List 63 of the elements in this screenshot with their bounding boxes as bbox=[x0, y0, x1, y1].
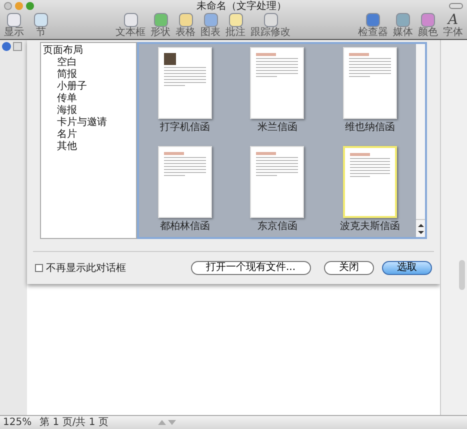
page-thumbnail[interactable] bbox=[342, 47, 397, 119]
toolbar-button[interactable]: 批注 bbox=[224, 13, 248, 38]
toolbar-button[interactable]: 检查器 bbox=[356, 13, 390, 38]
category-item[interactable]: 小册子 bbox=[43, 81, 136, 93]
thumbnail-view-icon[interactable] bbox=[2, 42, 11, 51]
toolbar-button[interactable]: 节 bbox=[32, 13, 50, 38]
toolbar-icon bbox=[7, 13, 21, 27]
toolbar-icon bbox=[396, 13, 410, 27]
toolbar-button[interactable]: 媒体 bbox=[391, 13, 415, 38]
page-arrows-icon[interactable] bbox=[158, 420, 176, 425]
category-item[interactable]: 其他 bbox=[43, 141, 136, 153]
toolbar-icon bbox=[366, 13, 380, 27]
toolbar-icon bbox=[264, 13, 278, 27]
popup-icon[interactable] bbox=[13, 42, 22, 51]
toolbar-button[interactable]: 颜色 bbox=[416, 13, 440, 38]
zoom-icon[interactable] bbox=[26, 2, 34, 10]
minimize-icon[interactable] bbox=[15, 2, 23, 10]
template-name: 波克夫斯信函 bbox=[340, 221, 400, 232]
template-name: 打字机信函 bbox=[160, 122, 210, 133]
category-item[interactable]: 简报 bbox=[43, 69, 136, 81]
toolbar-icon bbox=[178, 13, 192, 27]
scroll-thumb[interactable] bbox=[459, 260, 465, 290]
toolbar-icon bbox=[204, 13, 218, 27]
toolbar-icon bbox=[154, 13, 168, 27]
template-name: 东京信函 bbox=[257, 221, 298, 232]
toolbar-icon bbox=[124, 13, 138, 27]
zoom-level[interactable]: 125% bbox=[3, 417, 32, 428]
toolbar-button[interactable]: 显示 bbox=[2, 13, 26, 38]
toolbar-button[interactable]: 形状 bbox=[148, 13, 172, 38]
dialog-button[interactable]: 关闭 bbox=[324, 261, 374, 275]
toolbar-icon bbox=[34, 13, 48, 27]
toolbar-button[interactable]: 跟踪修改 bbox=[248, 13, 292, 38]
category-item[interactable]: 页面布局 bbox=[43, 45, 136, 57]
template-name: 米兰信函 bbox=[257, 122, 298, 133]
page-count: 第 1 页/共 1 页 bbox=[40, 417, 110, 428]
page-thumbnail[interactable] bbox=[158, 146, 212, 218]
category-item[interactable]: 名片 bbox=[43, 129, 136, 141]
toolbar-icon bbox=[421, 13, 435, 27]
toolbar-toggle-icon[interactable] bbox=[449, 3, 463, 9]
toolbar-button[interactable]: 文本框 bbox=[114, 13, 148, 38]
template-name: 都柏林信函 bbox=[160, 221, 210, 232]
page-thumbnail[interactable] bbox=[158, 47, 212, 119]
page-thumbnail[interactable] bbox=[250, 146, 304, 218]
font-icon: A bbox=[448, 13, 458, 27]
category-item[interactable]: 传单 bbox=[43, 93, 136, 105]
toolbar-button[interactable]: 表格 bbox=[174, 13, 198, 38]
template-name: 维也纳信函 bbox=[344, 122, 395, 133]
close-icon[interactable] bbox=[4, 2, 12, 10]
category-item[interactable]: 海报 bbox=[43, 105, 136, 117]
toolbar-button[interactable]: A 字体 bbox=[441, 13, 465, 38]
page-thumbnail[interactable] bbox=[250, 47, 304, 119]
toolbar-button[interactable]: 图表 bbox=[198, 13, 222, 38]
typewriter-picture bbox=[164, 53, 176, 65]
checkbox-label: 不再显示此对话框 bbox=[46, 262, 126, 276]
checkbox[interactable] bbox=[35, 264, 43, 272]
dialog-button[interactable]: 打开一个现有文件... bbox=[191, 261, 311, 275]
toolbar-icon bbox=[228, 13, 242, 27]
category-item[interactable]: 空白 bbox=[43, 57, 136, 69]
category-item[interactable]: 卡片与邀请 bbox=[43, 117, 136, 129]
scroll-bar[interactable] bbox=[416, 44, 425, 237]
dialog-button[interactable]: 选取 bbox=[382, 261, 432, 275]
page-thumbnail[interactable] bbox=[342, 146, 397, 218]
window-title: 未命名（文字处理） bbox=[196, 0, 288, 12]
